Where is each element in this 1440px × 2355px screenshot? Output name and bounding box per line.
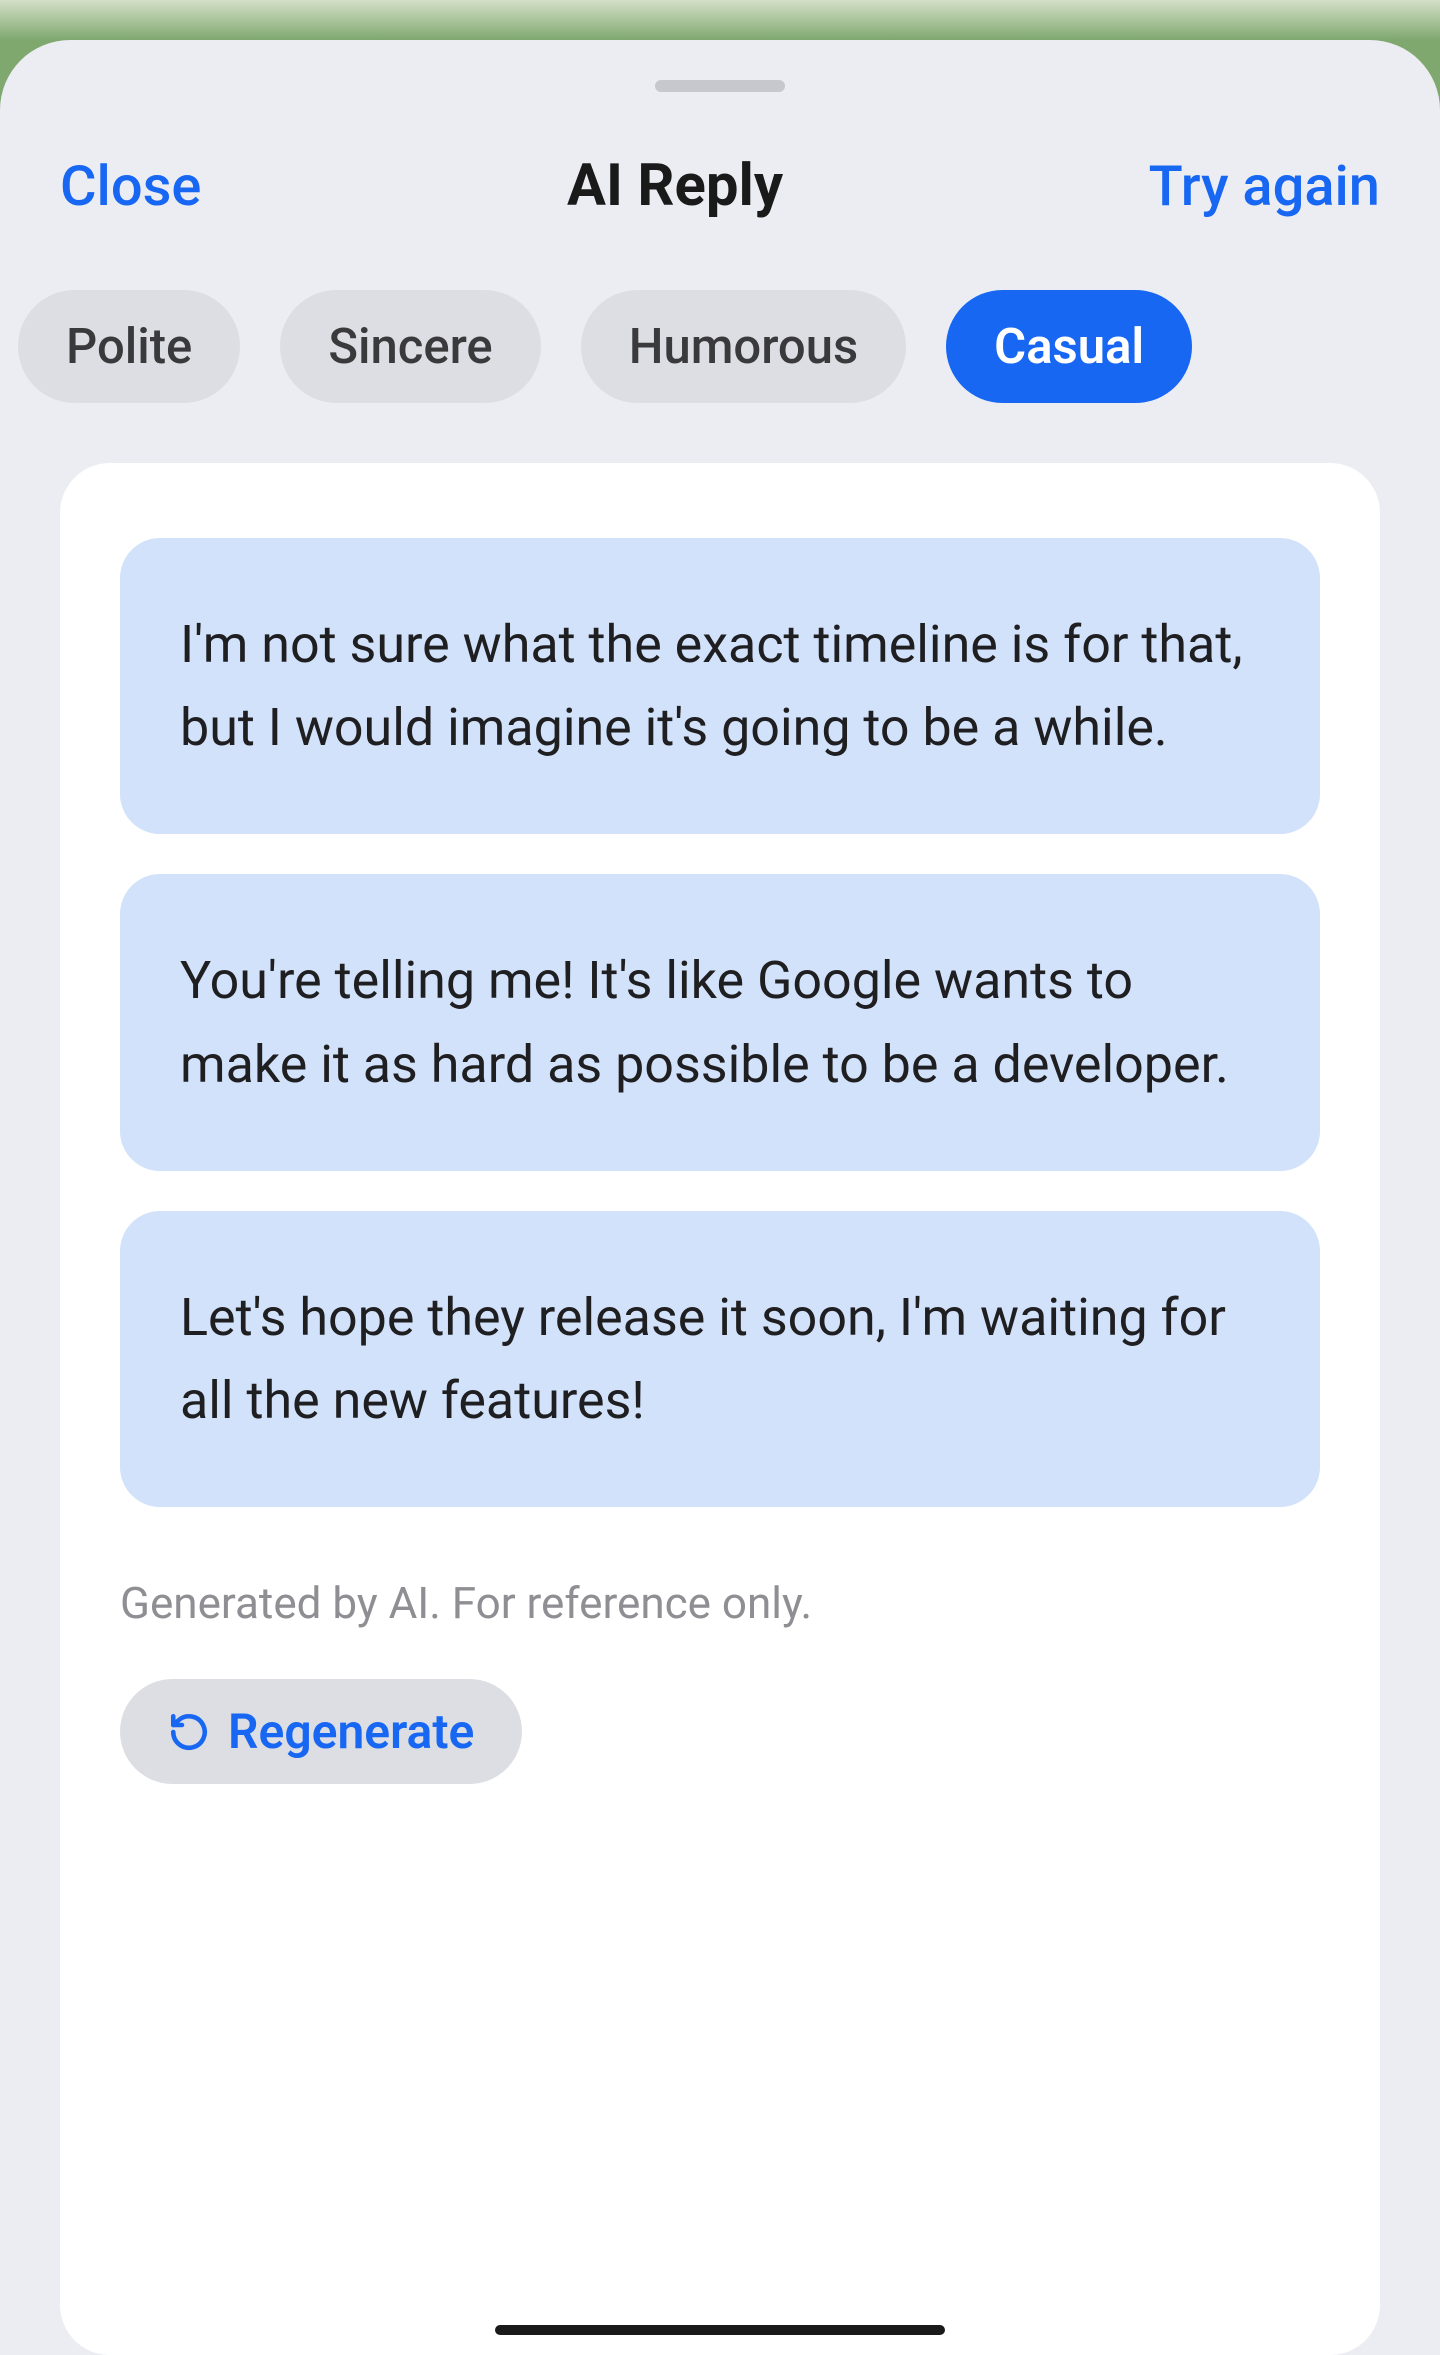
try-again-button[interactable]: Try again xyxy=(1149,153,1380,219)
tone-chip-humorous[interactable]: Humorous xyxy=(581,290,906,403)
drag-handle[interactable] xyxy=(655,80,785,92)
background-strip xyxy=(0,0,1440,40)
reply-suggestion[interactable]: Let's hope they release it soon, I'm wai… xyxy=(120,1211,1320,1507)
home-indicator[interactable] xyxy=(495,2325,945,2335)
tone-chip-row: Polite Sincere Humorous Casual xyxy=(0,260,1440,463)
ai-disclaimer: Generated by AI. For reference only. xyxy=(120,1577,1320,1629)
sheet-header: Close AI Reply Try again xyxy=(0,92,1440,260)
close-button[interactable]: Close xyxy=(60,153,201,219)
tone-chip-sincere[interactable]: Sincere xyxy=(280,290,540,403)
reply-suggestion[interactable]: I'm not sure what the exact timeline is … xyxy=(120,538,1320,834)
regenerate-label: Regenerate xyxy=(228,1703,474,1760)
tone-chip-polite[interactable]: Polite xyxy=(18,290,240,403)
regenerate-button[interactable]: Regenerate xyxy=(120,1679,522,1784)
bottom-sheet: Close AI Reply Try again Polite Sincere … xyxy=(0,40,1440,2355)
refresh-icon xyxy=(168,1711,210,1753)
sheet-title: AI Reply xyxy=(567,152,783,220)
tone-chip-casual[interactable]: Casual xyxy=(946,290,1192,403)
suggestions-card: I'm not sure what the exact timeline is … xyxy=(60,463,1380,2355)
reply-suggestion[interactable]: You're telling me! It's like Google want… xyxy=(120,874,1320,1170)
